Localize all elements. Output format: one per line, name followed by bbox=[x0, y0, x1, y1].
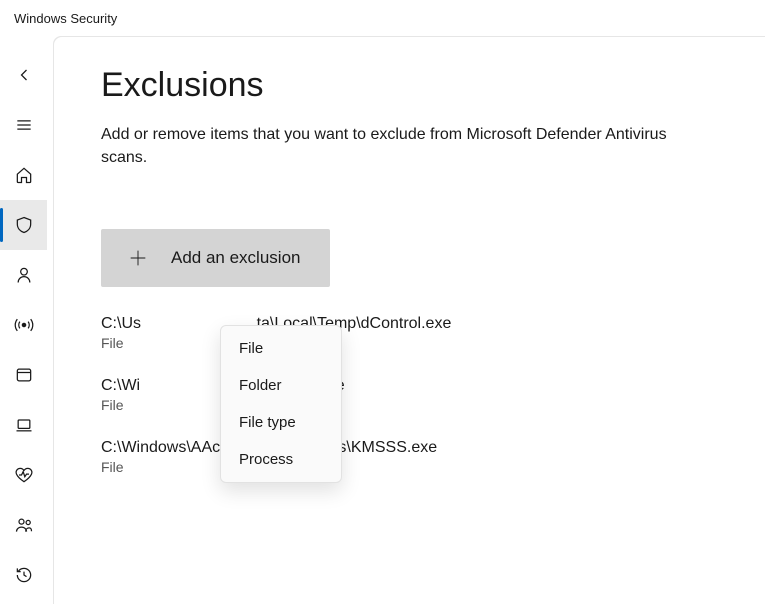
exclusion-path: C:\Windows\AAct_Tools\AAct_files\KMSSS.e… bbox=[101, 439, 725, 457]
dropdown-item-process[interactable]: Process bbox=[221, 441, 341, 478]
sidebar-item-device-performance[interactable] bbox=[0, 450, 47, 500]
sidebar-item-protection-history[interactable] bbox=[0, 550, 47, 600]
page-description: Add or remove items that you want to exc… bbox=[101, 123, 701, 169]
sidebar-item-device-security[interactable] bbox=[0, 400, 47, 450]
sidebar-item-app-browser[interactable] bbox=[0, 350, 47, 400]
add-exclusion-button[interactable]: Add an exclusion bbox=[101, 229, 330, 287]
exclusion-item[interactable]: C:\Wi ols\AAct.exe File bbox=[101, 377, 725, 413]
people-icon bbox=[14, 515, 34, 535]
dropdown-item-folder[interactable]: Folder bbox=[221, 367, 341, 404]
sidebar bbox=[0, 36, 47, 604]
arrow-left-icon bbox=[14, 65, 34, 85]
sidebar-item-menu[interactable] bbox=[0, 100, 47, 150]
page-title: Exclusions bbox=[101, 66, 725, 105]
window-title: Windows Security bbox=[14, 11, 117, 26]
window-icon bbox=[14, 365, 34, 385]
menu-icon bbox=[14, 115, 34, 135]
history-icon bbox=[14, 565, 34, 585]
exclusion-item[interactable]: C:\Windows\AAct_Tools\AAct_files\KMSSS.e… bbox=[101, 439, 725, 475]
add-exclusion-label: Add an exclusion bbox=[171, 248, 300, 268]
exclusion-type: File bbox=[101, 397, 725, 413]
shield-icon bbox=[14, 215, 34, 235]
title-bar: Windows Security bbox=[0, 0, 765, 36]
exclusion-path: C:\Wi ols\AAct.exe bbox=[101, 377, 725, 395]
heart-icon bbox=[14, 465, 34, 485]
exclusion-type: File bbox=[101, 335, 725, 351]
sidebar-item-firewall[interactable] bbox=[0, 300, 47, 350]
exclusion-type: File bbox=[101, 459, 725, 475]
sidebar-item-home[interactable] bbox=[0, 150, 47, 200]
exclusions-list: C:\Us ta\Local\Temp\dControl.exe File C:… bbox=[101, 315, 725, 475]
content-area: Exclusions Add or remove items that you … bbox=[53, 36, 765, 604]
sidebar-item-virus-protection[interactable] bbox=[0, 200, 47, 250]
sidebar-item-family-options[interactable] bbox=[0, 500, 47, 550]
home-icon bbox=[14, 165, 34, 185]
laptop-icon bbox=[14, 415, 34, 435]
signal-icon bbox=[14, 315, 34, 335]
sidebar-item-back[interactable] bbox=[0, 50, 47, 100]
exclusion-type-dropdown: File Folder File type Process bbox=[220, 325, 342, 483]
exclusion-item[interactable]: C:\Us ta\Local\Temp\dControl.exe File bbox=[101, 315, 725, 351]
sidebar-item-account-protection[interactable] bbox=[0, 250, 47, 300]
plus-icon bbox=[127, 247, 149, 269]
dropdown-item-file[interactable]: File bbox=[221, 330, 341, 367]
dropdown-item-file-type[interactable]: File type bbox=[221, 404, 341, 441]
exclusion-path: C:\Us ta\Local\Temp\dControl.exe bbox=[101, 315, 725, 333]
person-icon bbox=[14, 265, 34, 285]
